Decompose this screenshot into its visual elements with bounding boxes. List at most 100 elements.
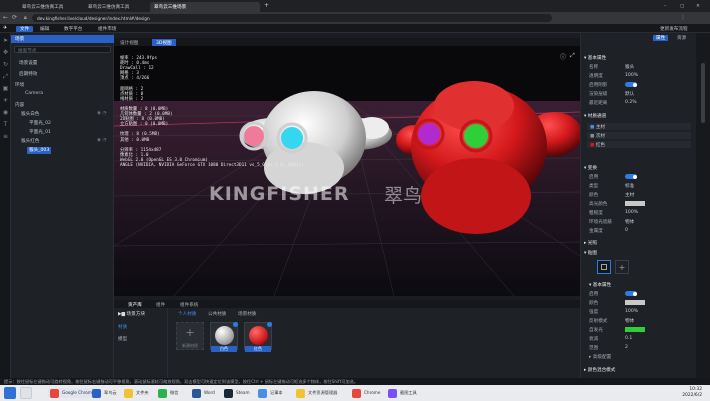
material-thumb-red[interactable]: 红色 <box>244 322 272 352</box>
prop-near-value[interactable]: 0.2% <box>625 100 637 105</box>
scrollbar-thumb[interactable] <box>701 63 705 123</box>
search-icon[interactable] <box>20 387 32 399</box>
tree-node-content[interactable]: 内容 <box>15 102 24 109</box>
prop-ao-value[interactable]: 物体 <box>625 219 634 225</box>
reload-icon[interactable]: ⟳ <box>12 14 17 21</box>
folder-icon: ▶▆ <box>118 312 127 317</box>
layer-icon[interactable]: ≡ <box>2 133 9 140</box>
scale-icon[interactable]: ⤢ <box>2 73 9 80</box>
advanced-config-label: 高级配置 <box>592 355 612 360</box>
new-tab-button[interactable]: + <box>262 2 272 12</box>
close-window-button[interactable]: ✕ <box>692 2 706 12</box>
taskbar-clock[interactable]: 10:32 2022/6/2 <box>682 387 702 398</box>
tab-3d-view[interactable]: 3D视图 <box>152 39 176 46</box>
tree-node-light-02[interactable]: 平面光_02 <box>29 120 51 127</box>
texture-slot[interactable] <box>597 260 611 274</box>
lock-icon: 🔒︎ <box>24 15 27 21</box>
visibility-icon[interactable]: ◉ ◔ <box>97 111 106 116</box>
start-icon[interactable] <box>4 387 16 399</box>
move-icon[interactable]: ✥ <box>2 49 9 56</box>
prop-opacity-value[interactable]: 100% <box>625 73 638 78</box>
url-input[interactable]: dev.kingfisher.live/cloud/designer/index… <box>32 14 552 22</box>
prop-label: 透明度 <box>589 74 603 79</box>
right-side-strip <box>696 33 710 378</box>
tree-node-monkey-003[interactable]: 猴头_003 <box>27 147 52 154</box>
select-icon[interactable]: ➤ <box>2 37 9 44</box>
section-transform[interactable]: ▾ 变换 <box>584 165 597 171</box>
prop-render-order-value[interactable]: 默认 <box>625 91 634 97</box>
section-basic[interactable]: ▾ 基本属性 <box>584 55 606 61</box>
section-blend-mode[interactable]: ▸ 颜色混合模式 <box>584 367 615 373</box>
prop-roughness-value[interactable]: 100% <box>625 210 638 215</box>
rotate-icon[interactable]: ↻ <box>2 61 9 68</box>
prop-intensity-value[interactable]: 100% <box>625 309 638 314</box>
menu-digital-platform[interactable]: 数字平台 <box>64 26 82 32</box>
tree-node-post-effects[interactable]: 后期特效 <box>19 71 37 78</box>
menu-edit[interactable]: 编辑 <box>40 26 49 32</box>
tree-node-camera[interactable]: Camera <box>25 91 43 98</box>
3d-viewport[interactable]: 帧率 : 243.9fps 耗时 : 0.4ms DrawCall : 12 网… <box>114 46 580 296</box>
address-bar-row: ← ⟳ 🔒︎ dev.kingfisher.live/cloud/designe… <box>0 12 710 24</box>
advanced-config[interactable]: ▸ 高级配置 <box>589 354 611 360</box>
camera-icon[interactable]: ◉ <box>2 109 9 116</box>
tree-node-light-01[interactable]: 平面光_01 <box>29 129 51 136</box>
material-row-2[interactable]: ■ 次材 <box>587 132 691 139</box>
enable-toggle-2[interactable] <box>625 291 637 296</box>
prop-range-value[interactable]: 2 <box>625 345 628 350</box>
back-icon[interactable]: ← <box>3 14 8 21</box>
maximize-button[interactable]: ▢ <box>676 2 690 12</box>
browser-tab-2[interactable]: 翠鸟云三维仿真工具 <box>84 2 148 12</box>
menu-file[interactable]: 文件 <box>16 25 34 32</box>
tab-properties[interactable]: 属性 <box>653 35 669 41</box>
taskbar-app-icon <box>388 389 397 398</box>
scene-search-input[interactable]: 搜索节点 <box>14 46 111 54</box>
tree-node-scene-settings[interactable]: 场景设置 <box>19 60 37 67</box>
emissive-color-swatch[interactable] <box>625 327 645 332</box>
tab-public-material[interactable]: 公共材质 <box>208 311 226 317</box>
menu-publish[interactable]: 更新发布流程 <box>660 26 688 32</box>
browser-tab-1[interactable]: 翠鸟云三维仿真工具 <box>18 2 82 12</box>
menu-icon[interactable]: ⋮ <box>680 14 686 21</box>
tab-design-view[interactable]: 设计视图 <box>116 39 142 46</box>
prop-metal-value[interactable]: 0 <box>625 228 628 233</box>
asset-folder[interactable]: ▶▆ 场景方块 <box>118 311 145 317</box>
prop-reflect-value[interactable]: 物体 <box>625 318 634 324</box>
specular-color-swatch[interactable] <box>625 201 645 206</box>
visibility-icon[interactable]: ◉ ◔ <box>97 138 106 143</box>
cube-icon[interactable]: ▣ <box>2 85 9 92</box>
clock-date: 2022/6/2 <box>682 392 702 398</box>
prop-name-value[interactable]: 猴头 <box>625 64 634 70</box>
material-row-1[interactable]: ■ 主材 <box>587 123 691 130</box>
tab-scene-material[interactable]: 场景材质 <box>238 311 256 317</box>
new-material-button[interactable]: + 新建材质 <box>176 322 204 350</box>
category-model[interactable]: 模型 <box>118 336 127 342</box>
browser-tab-active[interactable]: 翠鸟云三维场景 <box>150 2 260 12</box>
shadow-toggle[interactable] <box>625 82 637 87</box>
tab-resources[interactable]: 资源 <box>677 35 686 41</box>
material-row-3[interactable]: ■ 红色 <box>587 141 691 148</box>
prop-label: 衰减 <box>589 337 599 342</box>
section-basic-2[interactable]: ▾ 基本属性 <box>589 282 611 288</box>
prop-label: 类型 <box>589 184 599 189</box>
section-texture[interactable]: ▾ 贴图 <box>584 250 597 256</box>
category-material[interactable]: 材质 <box>118 324 127 330</box>
material-thumb-white[interactable]: 白色 <box>210 322 238 352</box>
info-icon[interactable]: ⓘ <box>560 52 566 61</box>
add-texture-button[interactable]: + <box>615 260 629 274</box>
tree-node-environment[interactable]: 环境 <box>15 82 24 89</box>
text-icon[interactable]: T <box>2 121 9 128</box>
menu-component-market[interactable]: 组件市场 <box>98 26 116 32</box>
prop-type-value[interactable]: 标准 <box>625 183 634 189</box>
prop-decay-value[interactable]: 0.1 <box>625 336 632 341</box>
light-icon[interactable]: ☀ <box>2 97 9 104</box>
color-swatch[interactable] <box>625 300 645 305</box>
minimize-button[interactable]: – <box>660 2 674 12</box>
fullscreen-icon[interactable]: ⤢ <box>570 52 575 60</box>
section-material-channel[interactable]: ▾ 材质通道 <box>584 113 606 119</box>
tab-personal-material[interactable]: 个人材质 <box>178 311 196 317</box>
enable-toggle[interactable] <box>625 174 637 179</box>
tree-node-monkey-red[interactable]: 猴头红色 <box>21 138 39 145</box>
prop-color-value[interactable]: 主材 <box>625 192 634 198</box>
tree-node-monkey-white[interactable]: 猴头白色 <box>21 111 39 118</box>
section-lighting[interactable]: ▸ 光照 <box>584 240 597 246</box>
